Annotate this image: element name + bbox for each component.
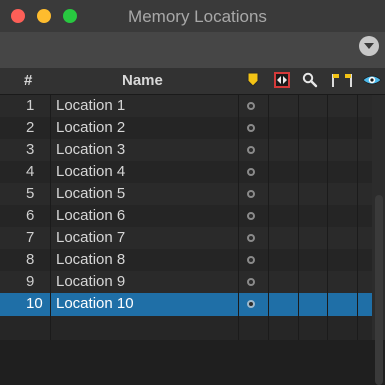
row-name[interactable]: Location 6 — [56, 205, 125, 227]
row-number: 2 — [26, 119, 35, 136]
row-name[interactable]: Location 1 — [56, 95, 125, 117]
row-name[interactable]: Location 5 — [56, 183, 125, 205]
options-menu-button[interactable] — [359, 36, 379, 56]
marker-dot-icon[interactable] — [247, 278, 255, 286]
marker-dot-icon[interactable] — [247, 234, 255, 242]
row-number: 10 — [26, 295, 43, 312]
row-name[interactable]: Location 3 — [56, 139, 125, 161]
marker-dot-icon[interactable] — [247, 124, 255, 132]
row-name[interactable]: Location 10 — [56, 293, 134, 315]
column-divider — [327, 95, 328, 340]
marker-dot-icon[interactable] — [247, 168, 255, 176]
row-number: 3 — [26, 141, 35, 158]
window-title: Memory Locations — [128, 7, 267, 26]
column-header: # Name — [0, 68, 385, 95]
marker-dot-icon[interactable] — [247, 102, 255, 110]
row-name[interactable]: Location 7 — [56, 227, 125, 249]
scrollbar-thumb[interactable] — [375, 195, 383, 385]
marker-column-icon[interactable] — [247, 72, 259, 88]
column-divider — [50, 95, 51, 340]
column-header-name[interactable]: Name — [122, 68, 163, 94]
column-header-number[interactable]: # — [24, 68, 32, 94]
row-number: 1 — [26, 97, 35, 114]
marker-dot-icon[interactable] — [247, 300, 255, 308]
vertical-scrollbar[interactable] — [372, 95, 385, 385]
marker-dot-icon[interactable] — [247, 256, 255, 264]
column-divider — [268, 95, 269, 340]
marker-dot-icon[interactable] — [247, 190, 255, 198]
memory-locations-window: Memory Locations # Name 1 Location 1 2 L… — [0, 0, 385, 385]
column-divider — [357, 95, 358, 340]
row-name[interactable]: Location 4 — [56, 161, 125, 183]
row-name[interactable]: Location 2 — [56, 117, 125, 139]
row-number: 6 — [26, 207, 35, 224]
row-name[interactable]: Location 8 — [56, 249, 125, 271]
row-number: 9 — [26, 273, 35, 290]
marker-dot-icon[interactable] — [247, 212, 255, 220]
chevron-down-icon — [364, 43, 374, 49]
column-divider — [238, 95, 239, 340]
row-name[interactable]: Location 9 — [56, 271, 125, 293]
marker-dot-icon[interactable] — [247, 146, 255, 154]
title-bar[interactable]: Memory Locations — [0, 0, 385, 32]
toolbar — [0, 32, 385, 68]
zoom-column-icon[interactable] — [302, 72, 318, 88]
selection-column-icon[interactable] — [274, 72, 290, 88]
row-number: 4 — [26, 163, 35, 180]
column-divider — [298, 95, 299, 340]
visibility-column-icon[interactable] — [362, 72, 382, 88]
row-number: 8 — [26, 251, 35, 268]
row-number: 5 — [26, 185, 35, 202]
row-number: 7 — [26, 229, 35, 246]
flag-column-icon[interactable] — [331, 72, 353, 88]
